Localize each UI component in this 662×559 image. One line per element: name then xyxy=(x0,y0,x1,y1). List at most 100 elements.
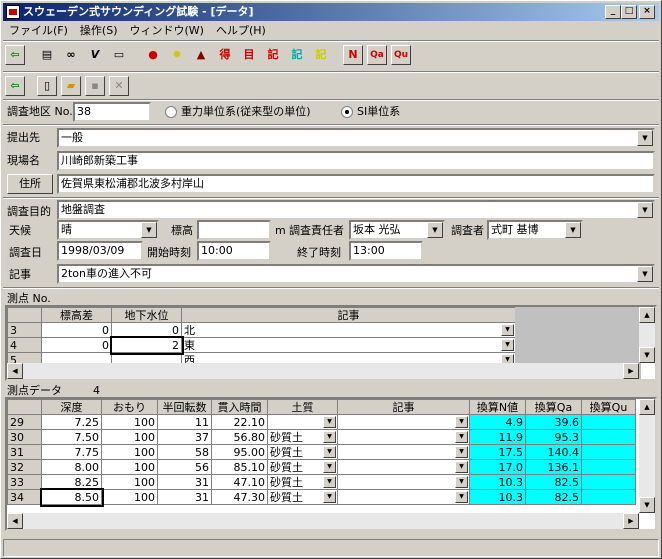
n-value-button[interactable]: N xyxy=(343,45,363,65)
chevron-down-icon[interactable]: ▼ xyxy=(565,222,581,238)
print-preview-icon[interactable]: ▭ xyxy=(109,45,129,65)
note-combo[interactable]: 2ton車の進入不可 ▼ xyxy=(57,264,655,284)
save-icon[interactable]: ▪ xyxy=(85,76,105,96)
scroll-down-icon[interactable]: ▼ xyxy=(639,347,655,363)
menu-help[interactable]: ヘルプ(H) xyxy=(210,22,272,40)
weight-cell[interactable]: 100 xyxy=(101,429,158,445)
point-water-cell[interactable]: 0 xyxy=(111,322,182,338)
gravity-unit-radio[interactable] xyxy=(165,106,177,118)
chevron-down-icon[interactable]: ▼ xyxy=(323,461,336,473)
points-hscroll[interactable]: ◀ ▶ xyxy=(7,363,639,379)
soil-cell[interactable]: 砂質土 ▼ xyxy=(267,429,338,445)
weight-cell[interactable]: 100 xyxy=(101,414,158,430)
chevron-down-icon[interactable]: ▼ xyxy=(455,461,468,473)
chevron-down-icon[interactable]: ▼ xyxy=(323,431,336,443)
qa-button[interactable]: Qa xyxy=(367,45,387,65)
depth-cell[interactable]: 7.25 xyxy=(41,414,102,430)
graph-icon[interactable]: V xyxy=(85,45,105,65)
end-time-input[interactable]: 13:00 xyxy=(349,241,423,261)
menu-file[interactable]: ファイル(F) xyxy=(3,22,74,40)
turns-cell[interactable]: 56 xyxy=(157,459,212,475)
eye-icon[interactable]: 目 xyxy=(239,45,259,65)
chevron-down-icon[interactable]: ▼ xyxy=(141,222,157,238)
turns-cell[interactable]: 31 xyxy=(157,474,212,490)
chevron-down-icon[interactable]: ▼ xyxy=(637,266,653,282)
weather-combo[interactable]: 晴 ▼ xyxy=(57,220,159,240)
depth-cell[interactable]: 7.75 xyxy=(41,444,102,460)
point-note-cell[interactable]: 北 ▼ xyxy=(181,322,516,338)
scroll-down-icon[interactable]: ▼ xyxy=(639,497,655,513)
qu-button[interactable]: Qu xyxy=(391,45,411,65)
data-hscroll[interactable]: ◀ ▶ xyxy=(7,513,639,529)
scroll-left-icon[interactable]: ◀ xyxy=(7,513,23,529)
note-icon[interactable]: 記 xyxy=(311,45,331,65)
close-button[interactable]: × xyxy=(639,5,655,19)
data-header-weight[interactable]: おもり xyxy=(101,399,158,415)
time-cell[interactable]: 95.00 xyxy=(211,444,268,460)
points-vscroll[interactable]: ▲ ▼ xyxy=(639,307,655,363)
chevron-down-icon[interactable]: ▼ xyxy=(501,339,514,351)
data-note-cell[interactable]: ▼ xyxy=(337,459,470,475)
binoculars-icon[interactable]: ∞ xyxy=(61,45,81,65)
soil-cell[interactable]: 砂質土 ▼ xyxy=(267,459,338,475)
weight-cell[interactable]: 100 xyxy=(101,489,158,505)
data-header-note[interactable]: 記事 xyxy=(337,399,470,415)
area-no-input[interactable]: 38 xyxy=(73,102,151,122)
data-note-cell[interactable]: ▼ xyxy=(337,489,470,505)
depth-cell[interactable]: 8.50 xyxy=(39,487,104,507)
purpose-combo[interactable]: 地盤調査 ▼ xyxy=(57,200,655,220)
data-header-qu[interactable]: 換算Qu xyxy=(581,399,636,415)
chevron-down-icon[interactable]: ▼ xyxy=(455,416,468,428)
submit-combo[interactable]: 一般 ▼ xyxy=(57,128,655,148)
maximize-button[interactable]: □ xyxy=(621,5,637,19)
point-elev-cell[interactable]: 0 xyxy=(41,337,112,353)
weight-cell[interactable]: 100 xyxy=(101,444,158,460)
data-header-time[interactable]: 貫入時間 xyxy=(211,399,268,415)
soil-cell[interactable]: ▼ xyxy=(267,414,338,430)
address-input[interactable]: 佐賀県東松浦郡北波多村岸山 xyxy=(57,174,655,194)
chevron-down-icon[interactable]: ▼ xyxy=(637,202,653,218)
weight-cell[interactable]: 100 xyxy=(101,459,158,475)
data-note-cell[interactable]: ▼ xyxy=(337,444,470,460)
weight-cell[interactable]: 100 xyxy=(101,474,158,490)
data-header-qa[interactable]: 換算Qa xyxy=(525,399,582,415)
chevron-down-icon[interactable]: ▼ xyxy=(501,324,514,336)
chevron-down-icon[interactable]: ▼ xyxy=(455,491,468,503)
scroll-right-icon[interactable]: ▶ xyxy=(623,513,639,529)
data-note-cell[interactable]: ▼ xyxy=(337,414,470,430)
soil-cell[interactable]: 砂質土 ▼ xyxy=(267,474,338,490)
points-header-note[interactable]: 記事 xyxy=(181,307,516,323)
chevron-down-icon[interactable]: ▼ xyxy=(323,476,336,488)
point-elev-cell[interactable]: 0 xyxy=(41,322,112,338)
start-time-input[interactable]: 10:00 xyxy=(197,241,271,261)
data-header-depth[interactable]: 深度 xyxy=(41,399,102,415)
points-header-elev[interactable]: 標高差 xyxy=(41,307,112,323)
menu-window[interactable]: ウィンドウ(W) xyxy=(124,22,210,40)
data-note-cell[interactable]: ▼ xyxy=(337,474,470,490)
layer-icon[interactable]: ▲ xyxy=(191,45,211,65)
scroll-up-icon[interactable]: ▲ xyxy=(639,307,655,323)
scroll-right-icon[interactable]: ▶ xyxy=(623,363,639,379)
data-header-turns[interactable]: 半回転数 xyxy=(157,399,212,415)
menu-operation[interactable]: 操作(S) xyxy=(74,22,124,40)
points-header-water[interactable]: 地下水位 xyxy=(111,307,182,323)
stamp-icon[interactable]: 得 xyxy=(215,45,235,65)
point-water-cell[interactable]: 2 xyxy=(109,335,184,355)
exit-icon[interactable]: ⇦ xyxy=(5,45,25,65)
delete-icon[interactable]: ✕ xyxy=(109,76,129,96)
point-note-cell[interactable]: 東 ▼ xyxy=(181,337,516,353)
site-input[interactable]: 川崎郎新築工事 xyxy=(57,151,655,171)
turns-cell[interactable]: 37 xyxy=(157,429,212,445)
chevron-down-icon[interactable]: ▼ xyxy=(637,130,653,146)
turns-cell[interactable]: 58 xyxy=(157,444,212,460)
record-icon[interactable]: 記 xyxy=(263,45,283,65)
depth-cell[interactable]: 8.00 xyxy=(41,459,102,475)
time-cell[interactable]: 56.80 xyxy=(211,429,268,445)
table-icon[interactable]: ▤ xyxy=(37,45,57,65)
chevron-down-icon[interactable]: ▼ xyxy=(323,446,336,458)
surveyor-combo[interactable]: 式町 基博 ▼ xyxy=(487,220,583,240)
data-header-n[interactable]: 換算N値 xyxy=(469,399,526,415)
soil-cell[interactable]: 砂質土 ▼ xyxy=(267,489,338,505)
time-cell[interactable]: 47.10 xyxy=(211,474,268,490)
chevron-down-icon[interactable]: ▼ xyxy=(323,416,336,428)
